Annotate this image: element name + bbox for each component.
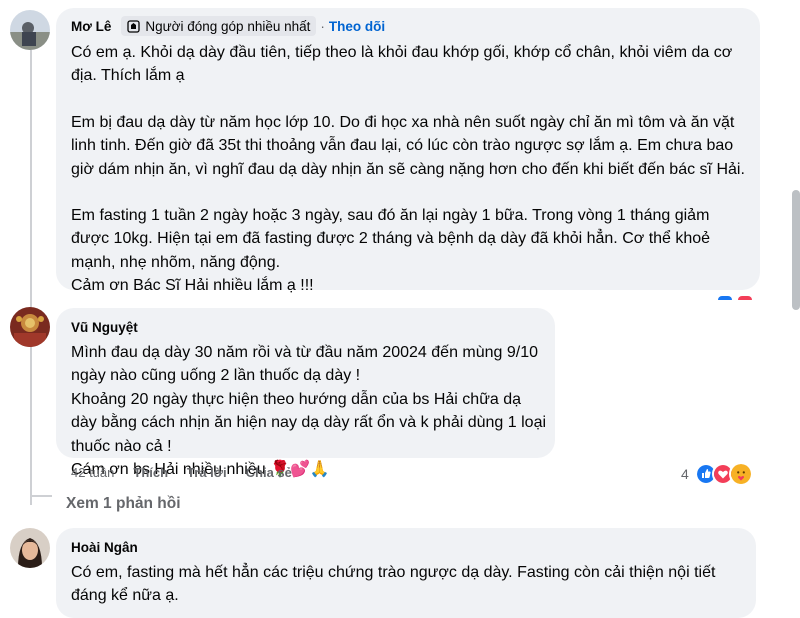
avatar[interactable] — [10, 528, 50, 568]
follow-button[interactable]: Theo dõi — [329, 19, 385, 34]
comment-text: Có em ạ. Khỏi dạ dày đầu tiên, tiếp theo… — [71, 41, 751, 298]
top-contributor-badge[interactable]: Người đóng góp nhiều nhất — [121, 16, 317, 36]
thread-line — [30, 50, 32, 505]
like-button[interactable]: Thích — [133, 465, 168, 480]
view-replies-link[interactable]: Xem 1 phản hồi — [66, 495, 181, 513]
comment-paragraph: Em fasting 1 tuần 2 ngày hoặc 3 ngày, sa… — [71, 207, 711, 271]
reaction-count: 4 — [681, 466, 689, 482]
comment-paragraph: Có em ạ. Khỏi dạ dày đầu tiên, tiếp theo… — [71, 44, 733, 85]
avatar[interactable] — [10, 307, 50, 347]
love-reaction-icon — [738, 296, 752, 300]
comment-paragraph: Em bị đau dạ dày từ năm học lớp 10. Do đ… — [71, 113, 745, 178]
comment-author[interactable]: Vũ Nguyệt — [71, 320, 138, 335]
comment-paragraph: Mình đau dạ dày 30 năm rồi và từ đầu năm… — [71, 344, 539, 385]
comment-paragraph: Cảm ơn Bác Sĩ Hải nhiều lắm ạ !!! — [71, 277, 314, 295]
comment-text: Có em, fasting mà hết hẳn các triệu chứn… — [71, 561, 741, 608]
scrollbar[interactable] — [792, 190, 800, 310]
comment-bubble: Hoài Ngân Có em, fasting mà hết hẳn các … — [56, 528, 756, 618]
comment-timestamp[interactable]: 42 tuần — [71, 465, 114, 480]
comment-paragraph: Khoảng 20 ngày thực hiện theo hướng dẫn … — [71, 390, 547, 455]
thread-branch — [30, 495, 52, 497]
like-reaction-icon — [718, 296, 732, 300]
reply-button[interactable]: Trả lời — [187, 465, 227, 480]
share-button[interactable]: Chia sẻ — [246, 465, 292, 480]
separator: · — [320, 18, 325, 34]
comment-text: Mình đau dạ dày 30 năm rồi và từ đầu năm… — [71, 341, 546, 481]
badge-label: Người đóng góp nhiều nhất — [145, 18, 311, 34]
contributor-badge-icon — [127, 19, 141, 33]
reaction-summary[interactable]: 4 — [681, 462, 753, 486]
comment-author[interactable]: Hoài Ngân — [71, 540, 138, 555]
comment-bubble: Vũ Nguyệt Mình đau dạ dày 30 năm rồi và … — [56, 308, 555, 478]
avatar[interactable] — [10, 10, 50, 50]
comment-author[interactable]: Mơ Lê — [71, 19, 111, 34]
comment-paragraph: Có em, fasting mà hết hẳn các triệu chứn… — [71, 564, 716, 605]
comment-bubble: Mơ Lê Người đóng góp nhiều nhất · Theo d… — [56, 8, 760, 294]
care-reaction-icon — [728, 462, 753, 486]
comment-actions: 42 tuần Thích Trả lời Chia sẻ — [71, 465, 311, 480]
